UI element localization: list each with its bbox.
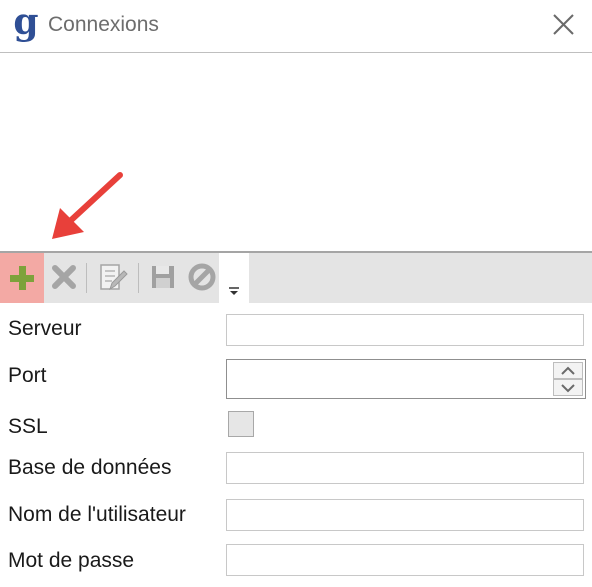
cancel-icon (188, 263, 216, 291)
server-label: Serveur (8, 317, 82, 340)
port-increment-button[interactable] (553, 362, 583, 379)
x-icon (52, 265, 76, 289)
port-stepper[interactable] (226, 359, 586, 399)
port-decrement-button[interactable] (553, 379, 583, 396)
close-button[interactable] (546, 8, 580, 42)
username-input[interactable] (226, 499, 584, 531)
save-button[interactable] (145, 257, 181, 297)
toolbar-separator (86, 263, 87, 293)
server-input[interactable] (226, 314, 584, 346)
toolbar-overflow-button[interactable] (219, 253, 249, 303)
edit-button[interactable] (94, 257, 130, 297)
ssl-label: SSL (8, 415, 48, 438)
connections-list[interactable] (0, 53, 592, 251)
close-icon (553, 14, 574, 35)
ssl-checkbox[interactable] (228, 411, 254, 437)
title-bar: g Connexions (0, 0, 592, 53)
password-input[interactable] (226, 544, 584, 576)
delete-button[interactable] (46, 257, 82, 297)
connection-form: Serveur Port SSL Base de données Nom de … (0, 302, 592, 587)
overflow-dropdown-icon (229, 287, 239, 295)
chevron-down-icon (561, 383, 575, 392)
add-button[interactable] (0, 253, 44, 303)
floppy-icon (152, 266, 174, 288)
database-input[interactable] (226, 452, 584, 484)
toolbar (0, 251, 592, 303)
port-label: Port (8, 364, 47, 387)
edit-icon (100, 264, 128, 291)
plus-icon (10, 266, 34, 290)
window-title: Connexions (48, 13, 159, 36)
app-logo-icon: g (13, 1, 39, 43)
toolbar-separator (138, 263, 139, 293)
database-label: Base de données (8, 456, 172, 479)
cancel-button[interactable] (184, 257, 220, 297)
username-label: Nom de l'utilisateur (8, 503, 186, 526)
chevron-up-icon (561, 366, 575, 375)
password-label: Mot de passe (8, 549, 135, 572)
